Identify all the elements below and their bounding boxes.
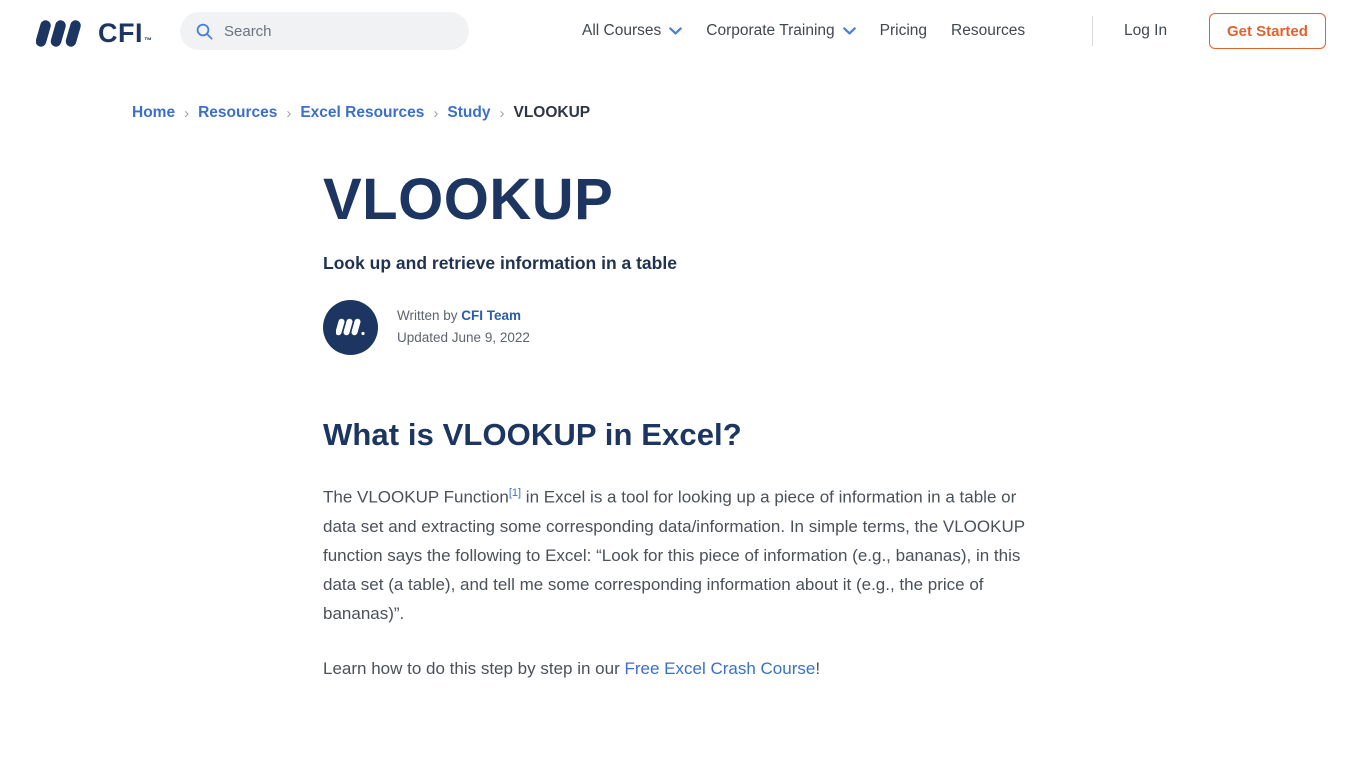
breadcrumb-item-home[interactable]: Home xyxy=(132,104,175,122)
paragraph-crash-course: Learn how to do this step by step in our… xyxy=(323,654,1039,683)
paragraph-text-part-1: Learn how to do this step by step in our xyxy=(323,658,625,678)
breadcrumb-item-current: VLOOKUP xyxy=(513,104,591,121)
get-started-button[interactable]: Get Started xyxy=(1209,13,1326,49)
citation-link-1[interactable]: [1] xyxy=(509,487,521,499)
chevron-down-icon xyxy=(669,27,683,35)
search-box[interactable] xyxy=(180,12,469,50)
main-navigation: All Courses Corporate Training Pricing R… xyxy=(570,0,1037,62)
logo-wordmark: CFI xyxy=(98,18,143,48)
breadcrumb: Home › Resources › Excel Resources › Stu… xyxy=(132,104,590,122)
breadcrumb-item-study[interactable]: Study xyxy=(447,104,490,122)
nav-item-label: All Courses xyxy=(582,22,662,39)
log-in-link[interactable]: Log In xyxy=(1124,0,1167,62)
cfi-logo-icon xyxy=(36,20,81,47)
search-icon xyxy=(196,23,213,40)
breadcrumb-separator: › xyxy=(433,104,439,122)
cfi-logo[interactable]: CFI ™ xyxy=(36,14,152,48)
article-body: VLOOKUP Look up and retrieve information… xyxy=(323,167,1043,683)
paragraph-intro: The VLOOKUP Function[1] in Excel is a to… xyxy=(323,479,1039,628)
page-subtitle: Look up and retrieve information in a ta… xyxy=(323,252,677,273)
nav-item-corporate-training[interactable]: Corporate Training xyxy=(694,0,867,62)
byline-written-by: Written by CFI Team xyxy=(397,305,530,327)
free-excel-crash-course-link[interactable]: Free Excel Crash Course xyxy=(624,659,815,678)
nav-item-label: Corporate Training xyxy=(706,22,835,39)
chevron-down-icon xyxy=(842,27,856,35)
logo-trademark: ™ xyxy=(144,36,152,45)
avatar xyxy=(323,299,378,355)
paragraph-text-part-1: The VLOOKUP Function xyxy=(323,487,509,507)
nav-item-all-courses[interactable]: All Courses xyxy=(570,0,694,62)
breadcrumb-item-excel-resources[interactable]: Excel Resources xyxy=(300,104,424,122)
byline: Written by CFI Team Updated June 9, 2022 xyxy=(323,299,1043,355)
breadcrumb-item-resources[interactable]: Resources xyxy=(198,104,277,122)
breadcrumb-separator: › xyxy=(286,104,292,122)
byline-prefix: Written by xyxy=(397,308,462,324)
page-title: VLOOKUP xyxy=(323,167,614,232)
byline-updated-date: Updated June 9, 2022 xyxy=(397,330,530,346)
breadcrumb-separator: › xyxy=(184,104,190,122)
byline-text: Written by CFI Team Updated June 9, 2022 xyxy=(397,305,530,350)
search-input[interactable] xyxy=(224,22,444,40)
paragraph-text-part-2: ! xyxy=(815,658,821,678)
section-heading: What is VLOOKUP in Excel? xyxy=(323,416,742,452)
paragraph-text-part-2: in Excel is a tool for looking up a piec… xyxy=(323,487,1025,623)
nav-item-resources[interactable]: Resources xyxy=(939,0,1037,62)
site-header: CFI ™ All Courses Corporate Training Pri… xyxy=(0,0,1366,62)
cfi-avatar-icon xyxy=(335,319,365,336)
nav-item-pricing[interactable]: Pricing xyxy=(868,0,939,62)
nav-item-label: Pricing xyxy=(879,22,928,39)
byline-author-link[interactable]: CFI Team xyxy=(461,308,521,323)
nav-item-label: Resources xyxy=(951,22,1026,39)
header-divider xyxy=(1092,16,1093,46)
breadcrumb-separator: › xyxy=(499,104,505,122)
